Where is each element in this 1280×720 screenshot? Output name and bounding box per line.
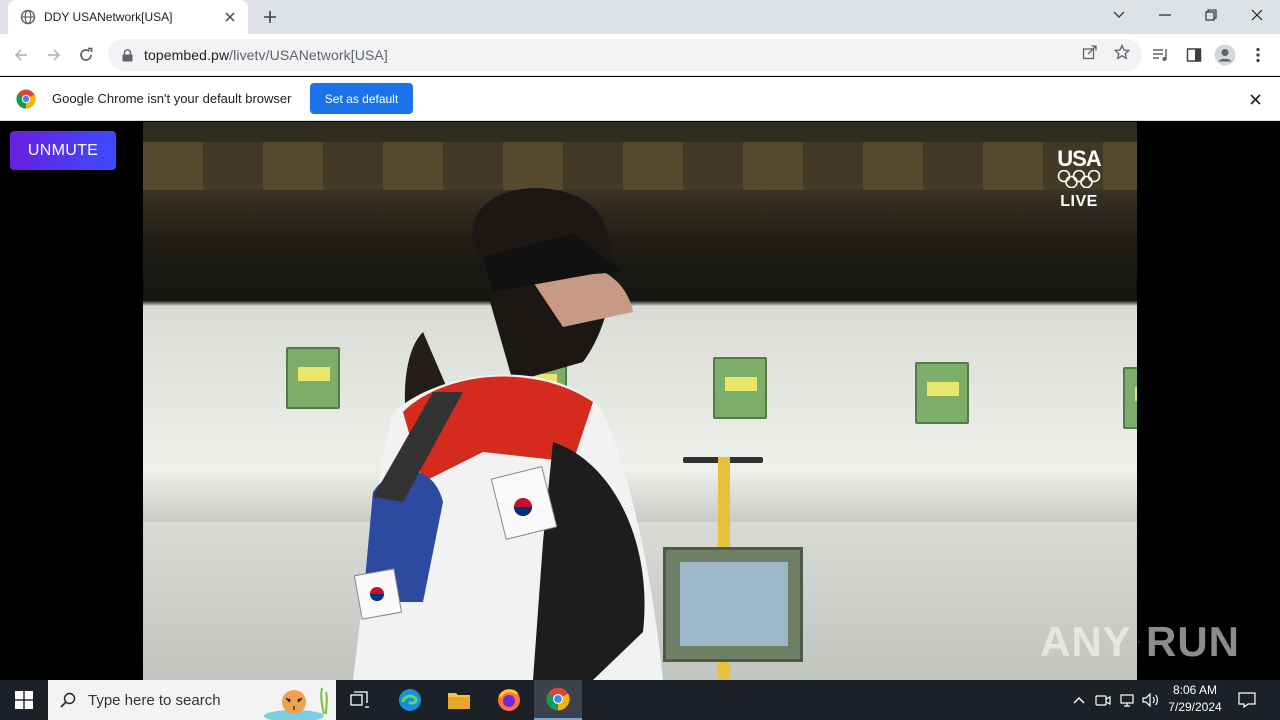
chrome-icon bbox=[546, 687, 570, 711]
address-bar[interactable]: topembed.pw/livetv/USANetwork[USA] bbox=[108, 39, 1142, 71]
share-icon[interactable] bbox=[1080, 42, 1100, 62]
chrome-taskbar-button[interactable] bbox=[534, 680, 582, 720]
close-window-button[interactable] bbox=[1234, 0, 1280, 30]
tab-title: DDY USANetwork[USA] bbox=[44, 10, 173, 24]
clock-date: 7/29/2024 bbox=[1168, 700, 1222, 714]
side-panel-icon[interactable] bbox=[1183, 44, 1205, 66]
globe-icon bbox=[20, 9, 36, 25]
volume-icon[interactable] bbox=[1140, 680, 1162, 720]
media-controls-icon[interactable] bbox=[1150, 44, 1172, 66]
shooting-target bbox=[713, 357, 767, 419]
watermark-right: RUN bbox=[1146, 618, 1240, 665]
edge-taskbar-button[interactable] bbox=[386, 680, 434, 720]
shooting-target bbox=[286, 347, 340, 409]
task-view-icon bbox=[350, 691, 369, 708]
profile-avatar-icon[interactable] bbox=[1214, 44, 1236, 66]
tab-strip: DDY USANetwork[USA] bbox=[0, 0, 1280, 34]
folder-icon bbox=[448, 693, 470, 709]
search-icon bbox=[60, 692, 76, 708]
infobar-close-icon[interactable] bbox=[1246, 90, 1264, 108]
firefox-taskbar-button[interactable] bbox=[485, 680, 533, 720]
url-path: /livetv/USANetwork[USA] bbox=[229, 47, 388, 63]
windows-logo-icon bbox=[15, 691, 33, 709]
search-placeholder: Type here to search bbox=[88, 691, 221, 709]
page-content: UNMUTE USA LIVE ANY RUN bbox=[0, 122, 1280, 680]
taskbar-clock[interactable]: 8:06 AM 7/29/2024 bbox=[1162, 682, 1228, 718]
default-browser-infobar: Google Chrome isn't your default browser… bbox=[0, 77, 1280, 121]
edge-icon bbox=[399, 689, 421, 711]
clock-time: 8:06 AM bbox=[1172, 683, 1218, 697]
infobar-message: Google Chrome isn't your default browser bbox=[52, 91, 292, 106]
tab-close-icon[interactable] bbox=[222, 9, 238, 25]
task-view-button[interactable] bbox=[336, 680, 384, 720]
menu-dots-icon[interactable] bbox=[1247, 44, 1269, 66]
lock-icon[interactable] bbox=[120, 48, 134, 62]
back-button[interactable] bbox=[8, 42, 34, 68]
olympic-rings-icon bbox=[1057, 169, 1101, 189]
anyrun-watermark: ANY RUN bbox=[1040, 612, 1240, 672]
taskbar: Type here to search 8:06 AM 7/29/2024 bbox=[0, 680, 1280, 720]
play-triangle-icon bbox=[1137, 640, 1140, 644]
show-hidden-icons-chevron[interactable] bbox=[1068, 680, 1090, 720]
new-tab-button[interactable] bbox=[258, 6, 282, 28]
firefox-icon bbox=[498, 689, 520, 711]
unmute-button[interactable]: UNMUTE bbox=[10, 131, 116, 170]
forward-button[interactable] bbox=[41, 42, 67, 68]
shooting-target bbox=[1123, 367, 1137, 429]
tiger-illustration-icon bbox=[264, 687, 328, 720]
taskbar-search-box[interactable]: Type here to search bbox=[48, 680, 336, 720]
network-icon[interactable] bbox=[1116, 680, 1138, 720]
meet-now-icon[interactable] bbox=[1092, 680, 1114, 720]
watermark-left: ANY bbox=[1040, 618, 1132, 665]
bookmark-star-icon[interactable] bbox=[1112, 42, 1132, 62]
restore-button[interactable] bbox=[1188, 0, 1234, 30]
network-bug-text: USA bbox=[1057, 146, 1101, 171]
live-indicator: LIVE bbox=[1060, 193, 1098, 210]
file-explorer-button[interactable] bbox=[435, 680, 483, 720]
usa-network-logo: USA LIVE bbox=[1051, 148, 1107, 218]
notifications-icon[interactable] bbox=[1234, 680, 1260, 720]
chrome-logo-icon bbox=[16, 89, 36, 109]
reload-button[interactable] bbox=[73, 42, 99, 68]
url-text: topembed.pw/livetv/USANetwork[USA] bbox=[144, 47, 388, 63]
browser-tab[interactable]: DDY USANetwork[USA] bbox=[8, 0, 248, 34]
athlete-figure bbox=[353, 188, 663, 680]
set-as-default-button[interactable]: Set as default bbox=[310, 83, 413, 114]
minimize-button[interactable] bbox=[1142, 0, 1188, 30]
tab-search-icon[interactable] bbox=[1096, 0, 1142, 30]
browser-toolbar: topembed.pw/livetv/USANetwork[USA] bbox=[0, 34, 1280, 76]
start-button[interactable] bbox=[0, 680, 48, 720]
video-player[interactable]: USA LIVE bbox=[143, 122, 1137, 680]
shooting-target bbox=[915, 362, 969, 424]
url-host: topembed.pw bbox=[144, 47, 230, 63]
